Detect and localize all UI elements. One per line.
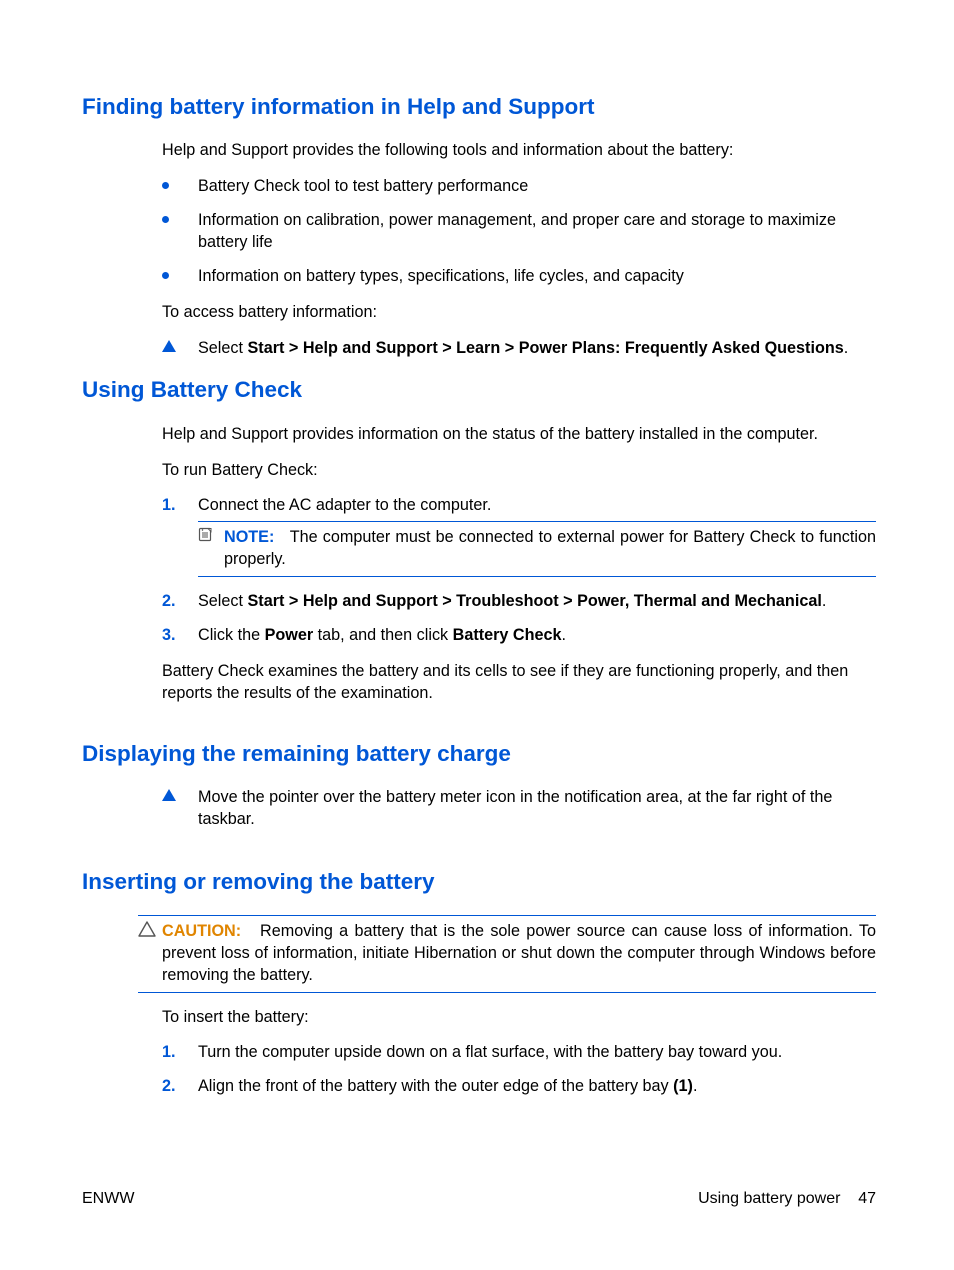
text-run: Click the (198, 626, 265, 644)
caution-text: Removing a battery that is the sole powe… (162, 922, 876, 984)
section-body: Help and Support provides the following … (162, 140, 876, 359)
note-label: NOTE: (224, 528, 274, 546)
page-footer: ENWW Using battery power 47 (82, 1188, 876, 1210)
list-item: Information on battery types, specificat… (162, 266, 876, 288)
bold-run: Start > Help and Support > Learn > Power… (248, 339, 844, 357)
bold-run: Battery Check (453, 626, 562, 644)
paragraph: To run Battery Check: (162, 460, 876, 482)
paragraph: To access battery information: (162, 302, 876, 324)
text-run: . (562, 626, 567, 644)
step-item: Select Start > Help and Support > Troubl… (162, 591, 876, 613)
step-item: Align the front of the battery with the … (162, 1076, 876, 1098)
text-run: Align the front of the battery with the … (198, 1077, 673, 1095)
list-item: Information on calibration, power manage… (162, 210, 876, 254)
ordered-list: Turn the computer upside down on a flat … (162, 1042, 876, 1098)
footer-right: Using battery power 47 (698, 1188, 876, 1210)
note-callout: NOTE: The computer must be connected to … (198, 521, 876, 577)
action-item: Move the pointer over the battery meter … (162, 787, 876, 831)
step-text: Connect the AC adapter to the computer. (198, 496, 491, 514)
step-item: Turn the computer upside down on a flat … (162, 1042, 876, 1064)
caution-callout: CAUTION: Removing a battery that is the … (138, 915, 876, 993)
heading-displaying-remaining-charge: Displaying the remaining battery charge (82, 739, 876, 769)
paragraph: Help and Support provides the following … (162, 140, 876, 162)
step-item: Click the Power tab, and then click Batt… (162, 625, 876, 647)
note-icon (198, 526, 214, 548)
paragraph: Help and Support provides information on… (162, 424, 876, 446)
bullet-list: Battery Check tool to test battery perfo… (162, 176, 876, 287)
note-text: The computer must be connected to extern… (224, 528, 876, 568)
action-item: Select Start > Help and Support > Learn … (162, 338, 876, 360)
text-run: Select (198, 592, 248, 610)
ordered-list: Connect the AC adapter to the computer. … (162, 495, 876, 646)
bold-run: (1) (673, 1077, 693, 1095)
heading-inserting-removing-battery: Inserting or removing the battery (82, 867, 876, 897)
text-run: . (693, 1077, 698, 1095)
action-list: Select Start > Help and Support > Learn … (162, 338, 876, 360)
heading-finding-battery-info: Finding battery information in Help and … (82, 92, 876, 122)
step-item: Connect the AC adapter to the computer. … (162, 495, 876, 577)
document-page: Finding battery information in Help and … (0, 0, 954, 1270)
footer-left: ENWW (82, 1188, 134, 1210)
caution-label: CAUTION: (162, 922, 241, 940)
heading-using-battery-check: Using Battery Check (82, 375, 876, 405)
text-run: . (822, 592, 827, 610)
bold-run: Start > Help and Support > Troubleshoot … (248, 592, 822, 610)
text-run: . (844, 339, 849, 357)
bold-run: Power (265, 626, 314, 644)
section-body: CAUTION: Removing a battery that is the … (162, 915, 876, 1098)
list-item: Battery Check tool to test battery perfo… (162, 176, 876, 198)
paragraph: To insert the battery: (162, 1007, 876, 1029)
section-body: Move the pointer over the battery meter … (162, 787, 876, 831)
text-run: Select (198, 339, 248, 357)
text-run: tab, and then click (313, 626, 452, 644)
footer-section-label: Using battery power (698, 1190, 840, 1207)
page-number: 47 (858, 1190, 876, 1207)
action-list: Move the pointer over the battery meter … (162, 787, 876, 831)
paragraph: Battery Check examines the battery and i… (162, 661, 876, 705)
section-body: Help and Support provides information on… (162, 424, 876, 705)
